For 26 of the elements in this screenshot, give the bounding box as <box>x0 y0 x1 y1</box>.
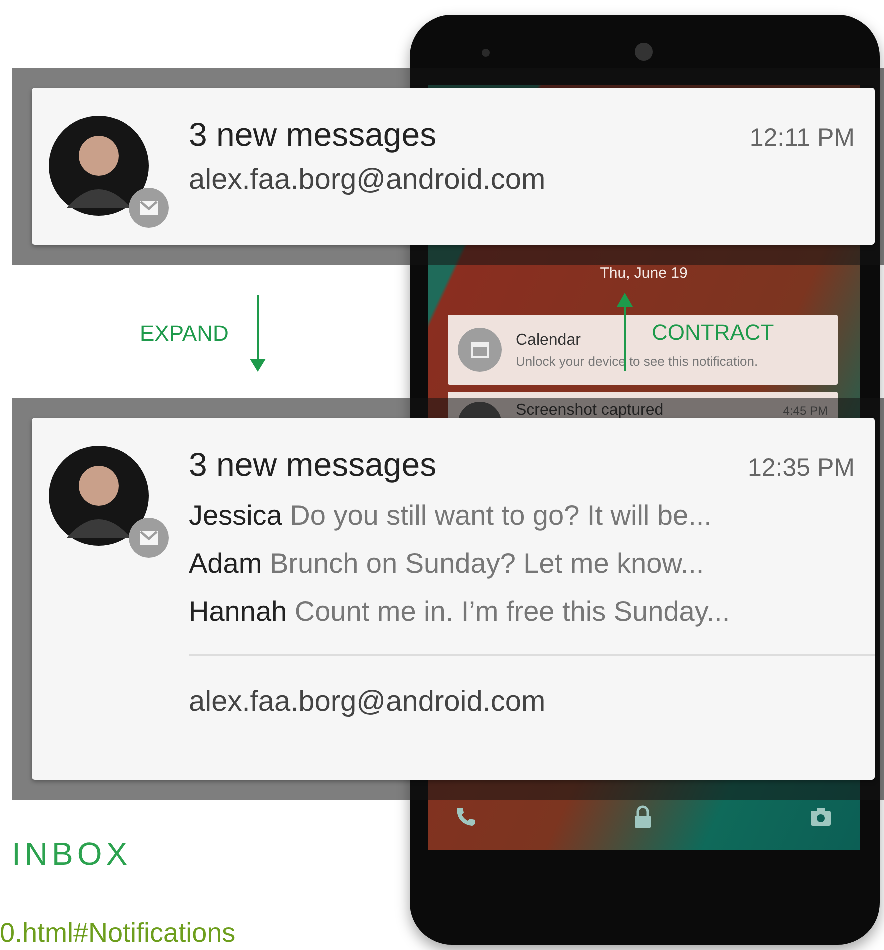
expanded-notification-card[interactable]: 3 new messages 12:35 PM Jessica Do you still want to go? It will be... Adam Brunch on Sunday? Let me know... Hannah Count me in. I’m free this Sunday... alex.faa.borg@android.com <box>32 418 875 780</box>
section-heading: INBOX <box>12 836 132 873</box>
notification-title: 3 new messages <box>189 116 437 154</box>
notification-title: Screenshot captured <box>516 402 664 420</box>
message-line: Jessica Do you still want to go? It will be... <box>189 500 713 532</box>
collapsed-notification-card[interactable]: 3 new messages 12:11 PM alex.faa.borg@android.com <box>32 88 875 245</box>
lockscreen-date: Thu, June 19 <box>600 265 688 282</box>
account-email: alex.faa.borg@android.com <box>189 164 547 197</box>
notification-time: 12:35 PM <box>748 454 855 483</box>
camera-icon[interactable] <box>808 805 834 829</box>
notification-time: 4:45 PM <box>783 404 828 418</box>
speaker-grille <box>635 43 653 61</box>
notification-title: 3 new messages <box>189 446 437 484</box>
notification-text: Unlock your device to see this notification. <box>516 354 758 368</box>
phone-icon[interactable] <box>454 805 478 829</box>
calendar-icon <box>458 328 502 372</box>
contract-label: CONTRACT <box>652 320 774 346</box>
front-camera <box>482 49 490 57</box>
message-line: Hannah Count me in. I’m free this Sunday... <box>189 596 732 628</box>
notification-title: Calendar <box>516 332 581 350</box>
account-email: alex.faa.borg@android.com <box>189 686 547 719</box>
mail-badge-icon <box>129 518 169 558</box>
message-line: Adam Brunch on Sunday? Let me know... <box>189 548 706 580</box>
mail-badge-icon <box>129 188 169 228</box>
notification-time: 12:11 PM <box>750 124 855 153</box>
expand-label: EXPAND <box>140 321 229 347</box>
